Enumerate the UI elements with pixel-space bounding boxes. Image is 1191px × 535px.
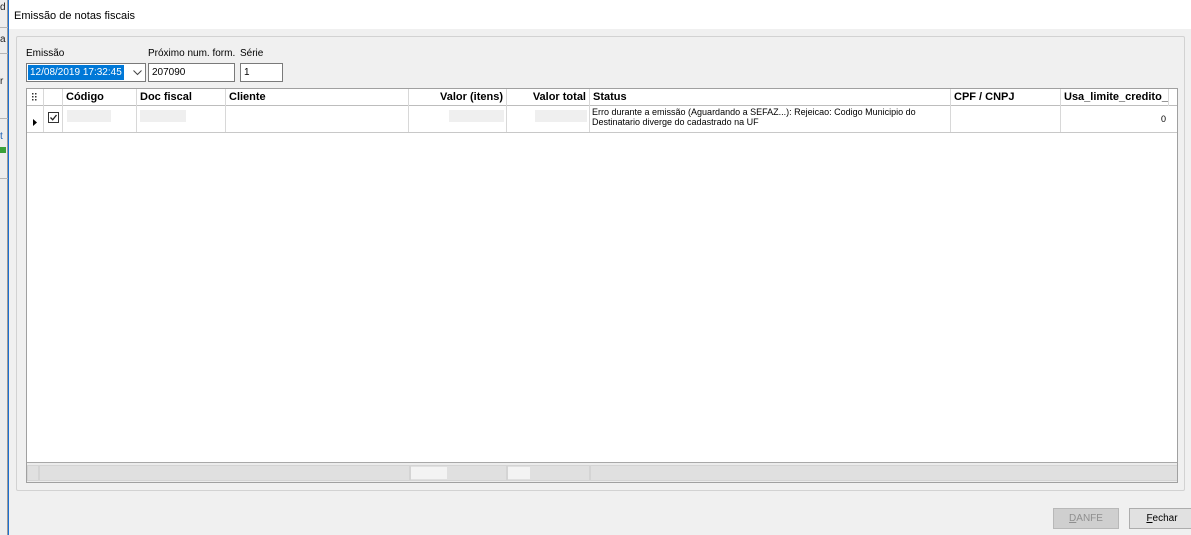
cell-placeholder [67,110,111,122]
background-app-fragment: d [0,2,6,13]
cell-status[interactable]: Erro durante a emissão (Aguardando a SEF… [590,106,951,132]
row-indicator [27,106,44,132]
column-header-check[interactable] [44,89,63,106]
table-row[interactable]: Erro durante a emissão (Aguardando a SEF… [27,106,1177,133]
emissao-datepicker[interactable]: 12/08/2019 17:32:45 [26,63,146,82]
fechar-label: echar [1152,513,1178,524]
column-header-cpf-cnpj[interactable]: CPF / CNPJ [951,89,1061,106]
cell-usa-limite-credito[interactable]: 0 [1061,106,1169,132]
footer-summary-cell [39,465,410,481]
danfe-accelerator: D [1069,513,1077,524]
background-app-separator [0,27,8,28]
emissao-datepicker-value[interactable]: 12/08/2019 17:32:45 [28,65,124,80]
background-app-fragment: r [0,76,4,87]
column-header-valor-total[interactable]: Valor total [507,89,590,106]
notas-grid[interactable]: Código Doc fiscal Cliente Valor (itens) … [26,88,1178,483]
fechar-button[interactable]: Fechar [1129,508,1191,529]
background-app-separator [0,118,8,119]
column-chooser-icon[interactable] [27,89,44,106]
column-header-usa-limite-credito[interactable]: Usa_limite_credito_ [1061,89,1169,106]
row-checkbox[interactable] [44,106,63,132]
proximo-num-label: Próximo num. form. [148,48,236,59]
column-header-cliente[interactable]: Cliente [226,89,409,106]
main-panel: Emissão Próximo num. form. Série 12/08/2… [16,36,1185,491]
grid-summary-footer [27,462,1177,482]
footer-indicator-cell [27,465,39,481]
background-app-fragment: a [0,34,6,45]
main-window: Emissão de notas fiscais Emissão Próximo… [8,0,1191,535]
footer-summary-placeholder [411,467,447,479]
background-app-green-icon [0,147,6,153]
chevron-down-icon[interactable] [130,65,144,80]
cell-placeholder [535,110,587,122]
cell-placeholder [140,110,186,122]
background-app-separator [0,178,8,179]
cell-codigo[interactable] [63,106,137,132]
danfe-label: ANFE [1076,513,1103,524]
grid-header: Código Doc fiscal Cliente Valor (itens) … [27,89,1177,106]
serie-label: Série [240,48,264,59]
cell-cliente[interactable] [226,106,409,132]
footer-summary-placeholder [508,467,530,479]
emissao-label: Emissão [26,48,65,59]
column-header-status[interactable]: Status [590,89,951,106]
cell-doc-fiscal[interactable] [137,106,226,132]
background-app-fragment: t [0,131,3,142]
cell-valor-itens[interactable] [409,106,507,132]
cell-cpf-cnpj[interactable] [951,106,1061,132]
window-title: Emissão de notas fiscais [9,0,1191,29]
column-header-codigo[interactable]: Código [63,89,137,106]
cell-valor-total[interactable] [507,106,590,132]
footer-summary-rest [590,465,1177,481]
cell-placeholder [449,110,504,122]
serie-input[interactable] [240,63,283,82]
column-header-valor-itens[interactable]: Valor (itens) [409,89,507,106]
proximo-num-input[interactable] [148,63,235,82]
column-header-doc-fiscal[interactable]: Doc fiscal [137,89,226,106]
background-app-strip: d a r t [0,0,8,535]
danfe-button[interactable]: D ANFE [1053,508,1119,529]
background-app-separator [0,53,8,54]
